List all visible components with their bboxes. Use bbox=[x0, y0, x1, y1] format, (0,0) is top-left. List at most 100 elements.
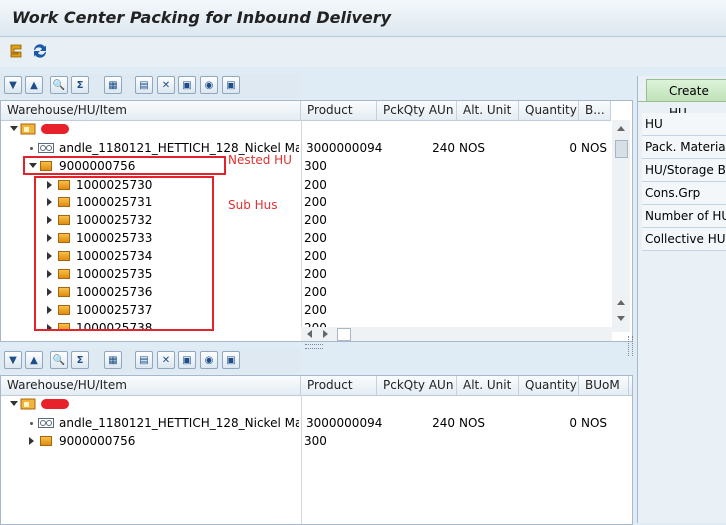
scroll-up-icon[interactable] bbox=[617, 126, 625, 131]
material-icon bbox=[38, 418, 54, 428]
annotation-box-nested bbox=[23, 156, 226, 175]
col-buom[interactable]: BUoM bbox=[579, 376, 629, 395]
scroll-left-icon[interactable] bbox=[307, 330, 312, 338]
pack-button[interactable]: ▣ bbox=[178, 76, 196, 94]
redacted-mark bbox=[41, 399, 69, 409]
col-product[interactable]: Product bbox=[301, 376, 377, 395]
table-row[interactable] bbox=[1, 395, 632, 413]
upper-header: Warehouse/HU/Item Product PckQty AUn Alt… bbox=[1, 101, 611, 121]
refresh-icon[interactable] bbox=[31, 42, 49, 60]
field-hu: HU bbox=[642, 113, 726, 136]
product-value: 200 bbox=[304, 178, 327, 192]
expand-arrow-icon[interactable] bbox=[10, 401, 18, 406]
lower-header: Warehouse/HU/Item Product PckQty AUn Alt… bbox=[1, 376, 632, 396]
col-warehouse-hu-item[interactable]: Warehouse/HU/Item bbox=[1, 101, 301, 120]
product-value: 200 bbox=[304, 213, 327, 227]
vertical-splitter-handle[interactable] bbox=[628, 336, 633, 356]
material-icon bbox=[38, 143, 54, 153]
hu-box-icon bbox=[40, 436, 52, 446]
side-panel: Create HU HU Pack. Material HU/Storage B… bbox=[637, 76, 726, 523]
field-pack-material: Pack. Material bbox=[642, 136, 726, 159]
create-hu-fields: HU Pack. Material HU/Storage Bin Cons.Gr… bbox=[642, 113, 726, 251]
product-value: 200 bbox=[304, 285, 327, 299]
col-pckqty[interactable]: PckQty AUn bbox=[377, 101, 457, 120]
bullet-icon bbox=[30, 147, 33, 150]
hu-number: 9000000756 bbox=[59, 434, 136, 448]
pckqty-value: 240 bbox=[432, 416, 455, 430]
warehouse-icon bbox=[20, 123, 36, 135]
scroll-right-icon[interactable] bbox=[323, 330, 328, 338]
layout-button[interactable]: ▦ bbox=[104, 351, 122, 369]
unpack-button[interactable]: ▣ bbox=[222, 76, 240, 94]
quantity-value: 0 bbox=[569, 141, 577, 155]
annotation-box-sub bbox=[34, 176, 214, 331]
layout-button[interactable]: ▦ bbox=[104, 76, 122, 94]
splitter-handle[interactable] bbox=[305, 344, 323, 349]
expand-all-button[interactable]: ▼ bbox=[4, 351, 22, 369]
lifebuoy-button[interactable]: ◉ bbox=[200, 76, 218, 94]
product-value: 3000000094 bbox=[306, 416, 383, 430]
altunit-value: NOS bbox=[459, 141, 486, 155]
print-button[interactable]: ▤ bbox=[135, 76, 153, 94]
annotation-sub-hus: Sub Hus bbox=[228, 198, 278, 212]
product-value: 200 bbox=[304, 195, 327, 209]
col-warehouse-hu-item[interactable]: Warehouse/HU/Item bbox=[1, 376, 301, 395]
window-title: Work Center Packing for Inbound Delivery bbox=[12, 8, 392, 27]
find-button[interactable]: 🔍 bbox=[50, 76, 68, 94]
find-button[interactable]: 🔍 bbox=[50, 351, 68, 369]
tab-create-hu[interactable]: Create HU bbox=[646, 79, 726, 120]
col-pckqty[interactable]: PckQty AUn bbox=[377, 376, 457, 395]
tab-underline bbox=[638, 101, 726, 102]
collapse-all-button[interactable]: ▲ bbox=[25, 76, 43, 94]
field-hu-storage-bin: HU/Storage Bin bbox=[642, 159, 726, 182]
altunit-value: NOS bbox=[459, 416, 486, 430]
scroll-thumb[interactable] bbox=[615, 140, 628, 158]
horizontal-scrollbar[interactable] bbox=[301, 327, 612, 341]
scroll-up-icon[interactable] bbox=[617, 300, 625, 305]
lower-toolbar: ▼ ▲ 🔍 Σ ▦ ▤ ✕ ▣ ◉ ▣ bbox=[0, 349, 300, 373]
product-value: 300 bbox=[304, 159, 327, 173]
hu-icon[interactable] bbox=[8, 42, 26, 60]
delete-button[interactable]: ✕ bbox=[157, 76, 175, 94]
pack-button[interactable]: ▣ bbox=[178, 351, 196, 369]
collapse-arrow-icon[interactable] bbox=[29, 437, 34, 445]
sum-button[interactable]: Σ bbox=[71, 351, 89, 369]
lower-tree-panel: Warehouse/HU/Item Product PckQty AUn Alt… bbox=[0, 375, 633, 525]
bullet-icon bbox=[30, 422, 33, 425]
delete-button[interactable]: ✕ bbox=[157, 351, 175, 369]
item-description: andle_1180121_HETTICH_128_Nickel Matt bbox=[59, 416, 299, 430]
collapse-all-button[interactable]: ▲ bbox=[25, 351, 43, 369]
title-bar: Work Center Packing for Inbound Delivery bbox=[0, 0, 726, 37]
scroll-down-icon[interactable] bbox=[617, 316, 625, 321]
expand-all-button[interactable]: ▼ bbox=[4, 76, 22, 94]
product-value: 200 bbox=[304, 231, 327, 245]
print-button[interactable]: ▤ bbox=[135, 351, 153, 369]
buom-value: NOS bbox=[581, 416, 608, 430]
field-collective-hu: Collective HU bbox=[642, 228, 726, 251]
unpack-button[interactable]: ▣ bbox=[222, 351, 240, 369]
col-quantity[interactable]: Quantity bbox=[519, 376, 579, 395]
application-toolbar bbox=[0, 37, 726, 67]
col-buom[interactable]: B... bbox=[579, 101, 611, 120]
table-row[interactable]: andle_1180121_HETTICH_128_Nickel Matt 30… bbox=[1, 139, 611, 157]
table-row[interactable] bbox=[1, 120, 611, 138]
product-value: 3000000094 bbox=[306, 141, 383, 155]
sum-button[interactable]: Σ bbox=[71, 76, 89, 94]
col-alt-unit[interactable]: Alt. Unit bbox=[457, 376, 519, 395]
scroll-thumb[interactable] bbox=[337, 328, 351, 341]
quantity-value: 0 bbox=[569, 416, 577, 430]
product-value: 200 bbox=[304, 267, 327, 281]
expand-arrow-icon[interactable] bbox=[10, 126, 18, 131]
lifebuoy-button[interactable]: ◉ bbox=[200, 351, 218, 369]
col-alt-unit[interactable]: Alt. Unit bbox=[457, 101, 519, 120]
table-row[interactable]: 9000000756 300 bbox=[1, 432, 632, 450]
buom-value: NOS bbox=[581, 141, 608, 155]
annotation-nested-hu: Nested HU bbox=[228, 153, 292, 167]
table-row[interactable]: andle_1180121_HETTICH_128_Nickel Matt 30… bbox=[1, 414, 632, 432]
col-product[interactable]: Product bbox=[301, 101, 377, 120]
warehouse-icon bbox=[20, 398, 36, 410]
col-quantity[interactable]: Quantity bbox=[519, 101, 579, 120]
vertical-scrollbar[interactable] bbox=[612, 120, 630, 332]
field-cons-grp: Cons.Grp bbox=[642, 182, 726, 205]
pckqty-value: 240 bbox=[432, 141, 455, 155]
